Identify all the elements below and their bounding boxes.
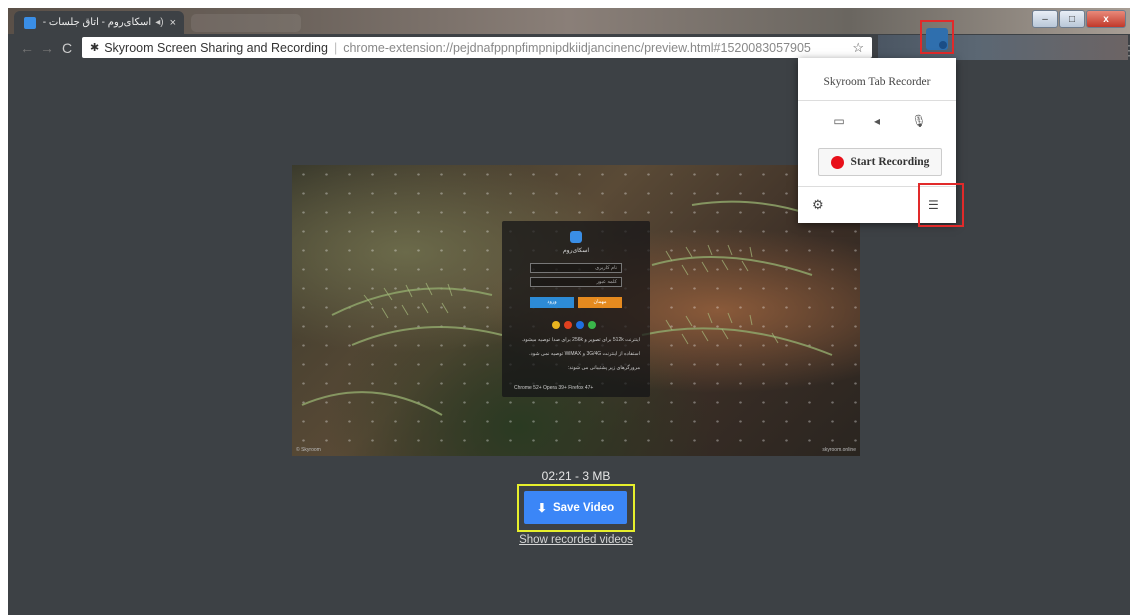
login-button: ورود [530, 297, 574, 308]
chrome-icon [552, 321, 560, 329]
maximize-button[interactable]: □ [1059, 10, 1085, 28]
list-button-highlight [918, 183, 964, 227]
background-tab[interactable] [191, 14, 301, 32]
skyroom-logo-icon [570, 231, 582, 243]
close-icon[interactable]: × [170, 17, 176, 29]
start-recording-button[interactable]: Start Recording [818, 148, 942, 176]
address-bar[interactable]: ✱ Skyroom Screen Sharing and Recording |… [82, 37, 872, 58]
login-note-3: مرورگرهای زیر پشتیبانی می شوند: [567, 365, 640, 371]
supported-browsers: Chrome 52+ Opera 39+ Firefox 47+ [514, 385, 594, 391]
start-recording-label: Start Recording [850, 156, 930, 168]
extensions-area [878, 35, 1128, 60]
url-separator: | [333, 40, 338, 55]
username-field: نام کاربری [530, 263, 622, 273]
browser-window: اسکای‌روم - اتاق جلسات - ٠ ◂) × – □ x ← … [8, 8, 1130, 615]
browser-tab[interactable]: اسکای‌روم - اتاق جلسات - ٠ ◂) × [14, 11, 184, 34]
video-preview: اسکای‌روم نام کاربری کلمه عبور ورود مهما… [292, 165, 860, 456]
browser-menu-icon[interactable]: ⋮ [1122, 42, 1130, 59]
browser-toolbar: ← → C ✱ Skyroom Screen Sharing and Recor… [8, 34, 1130, 62]
back-arrow-icon[interactable]: ← [20, 40, 34, 56]
puzzle-extension-icon: ✱ [90, 42, 100, 54]
minimize-button[interactable]: – [1032, 10, 1058, 28]
login-title: اسکای‌روم [562, 248, 590, 254]
firefox-icon [564, 321, 572, 329]
android-icon [588, 321, 596, 329]
skyroom-favicon-icon [24, 16, 36, 29]
popup-divider [798, 100, 956, 101]
login-card: اسکای‌روم نام کاربری کلمه عبور ورود مهما… [502, 221, 650, 397]
popup-title: Skyroom Tab Recorder [823, 76, 931, 88]
show-recorded-videos-link[interactable]: Show recorded videos [508, 534, 644, 546]
bookmark-star-icon[interactable]: ☆ [852, 40, 864, 56]
video-watermark-right: skyroom.online [822, 447, 856, 453]
screen-icon[interactable]: ▭ [828, 112, 850, 130]
extension-button-highlight [920, 20, 954, 54]
record-dot-icon [830, 155, 844, 169]
save-video-button[interactable]: ⬇ Save Video [524, 491, 627, 524]
gear-icon[interactable]: ⚙ [812, 197, 824, 213]
video-watermark-left: © Skyroom [296, 447, 321, 453]
ie-icon [576, 321, 584, 329]
save-video-highlight: ⬇ Save Video [517, 484, 635, 532]
login-note-1: اینترنت 512k برای تصویر و 256k برای صدا … [521, 337, 640, 343]
recording-status: 02:21 - 3 MB [541, 469, 611, 483]
url-text[interactable]: chrome-extension://pejdnafppnpfimpnipdki… [343, 41, 852, 55]
title-bar: اسکای‌روم - اتاق جلسات - ٠ ◂) × – □ x [8, 8, 1130, 34]
close-window-button[interactable]: x [1086, 10, 1126, 28]
speaker-icon[interactable]: ◂ [866, 112, 888, 130]
reload-icon[interactable]: C [62, 40, 72, 56]
guest-button: مهمان [578, 297, 622, 308]
extension-name: Skyroom Screen Sharing and Recording [104, 40, 328, 55]
forward-arrow-icon[interactable]: → [40, 40, 54, 56]
tab-title: اسکای‌روم - اتاق جلسات - ٠ [42, 17, 152, 28]
login-note-2: استفاده از اینترنت 3G/4G و WiMAX توصیه ن… [529, 351, 640, 357]
save-video-label: Save Video [552, 501, 615, 514]
microphone-icon[interactable]: 🎙 [908, 112, 930, 130]
speaker-icon[interactable]: ◂) [155, 17, 163, 28]
browser-icons [552, 321, 602, 330]
password-field: کلمه عبور [530, 277, 622, 287]
window-controls: – □ x [1032, 10, 1126, 28]
download-icon: ⬇ [536, 500, 547, 515]
